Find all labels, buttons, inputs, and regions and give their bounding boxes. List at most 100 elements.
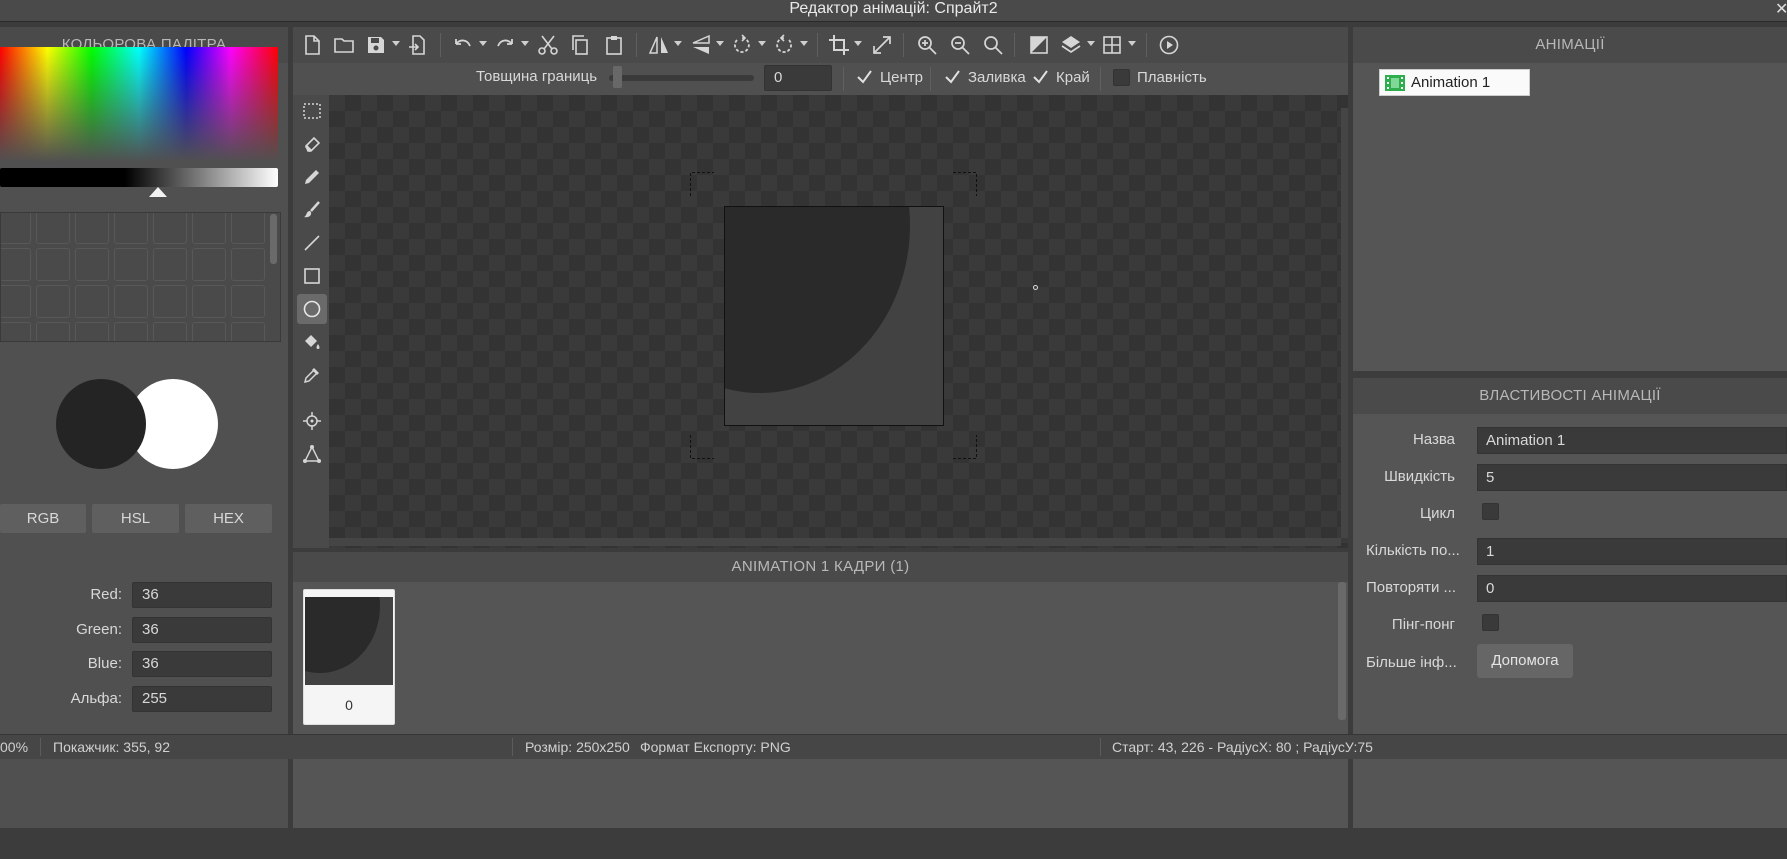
loop-checkbox[interactable]: [1482, 503, 1499, 520]
swatch-cell[interactable]: [36, 285, 70, 318]
swatch-cell[interactable]: [1, 322, 31, 341]
open-folder-icon[interactable]: [333, 27, 355, 63]
swatch-cell[interactable]: [1, 213, 31, 244]
eraser-icon[interactable]: [297, 129, 327, 159]
border-thickness-input[interactable]: 0: [764, 65, 832, 91]
swatch-cell[interactable]: [114, 213, 148, 244]
alpha-field[interactable]: 255: [132, 686, 272, 712]
swatch-cell[interactable]: [192, 248, 226, 281]
flip-vertical-icon[interactable]: [690, 27, 712, 63]
origin-point-icon[interactable]: [297, 406, 327, 436]
center-checkbox[interactable]: [856, 68, 873, 85]
resize-handle-bl[interactable]: [690, 435, 714, 459]
cut-icon[interactable]: [537, 27, 559, 63]
frame-preview[interactable]: [305, 597, 393, 685]
border-thickness-thumb[interactable]: [613, 66, 622, 88]
swatch-cell[interactable]: [231, 213, 265, 244]
crop-icon[interactable]: [828, 27, 850, 63]
edge-checkbox[interactable]: [1032, 68, 1049, 85]
swatch-scrollbar[interactable]: [270, 214, 277, 264]
rotate-right-icon[interactable]: [773, 27, 795, 63]
eyedropper-icon[interactable]: [297, 360, 327, 390]
rotate-right-dropdown-caret[interactable]: [800, 41, 808, 46]
swatch-cell[interactable]: [153, 285, 187, 318]
rotate-left-icon[interactable]: [731, 27, 753, 63]
swatch-cell[interactable]: [231, 322, 265, 341]
swatch-cell[interactable]: [192, 285, 226, 318]
swatch-cell[interactable]: [75, 322, 109, 341]
hex-mode-button[interactable]: HEX: [185, 504, 272, 533]
blue-field[interactable]: 36: [132, 651, 272, 677]
flip-horizontal-icon[interactable]: [648, 27, 670, 63]
primary-color-swatch[interactable]: [56, 379, 146, 469]
copy-icon[interactable]: [569, 27, 591, 63]
canvas-vertical-scrollbar[interactable]: [1341, 108, 1348, 538]
red-field[interactable]: 36: [132, 582, 272, 608]
swatch-cell[interactable]: [153, 322, 187, 341]
zoom-in-icon[interactable]: [916, 27, 938, 63]
resize-handle-tl[interactable]: [690, 172, 714, 196]
color-spectrum[interactable]: [0, 47, 278, 162]
swatch-cell[interactable]: [36, 322, 70, 341]
help-button[interactable]: Допомога: [1477, 644, 1573, 678]
resize-handle-br[interactable]: [953, 435, 977, 459]
border-thickness-slider[interactable]: [609, 75, 754, 81]
brightness-slider[interactable]: [0, 168, 278, 187]
rect-select-icon[interactable]: [297, 96, 327, 126]
swatch-cell[interactable]: [114, 248, 148, 281]
frames-scrollbar[interactable]: [1338, 582, 1346, 720]
vertex-icon[interactable]: [297, 439, 327, 469]
smooth-checkbox[interactable]: [1113, 69, 1130, 86]
count-field[interactable]: 1: [1477, 538, 1787, 565]
swatch-cell[interactable]: [231, 248, 265, 281]
undo-icon[interactable]: [452, 27, 474, 63]
crop-dropdown-caret[interactable]: [854, 41, 862, 46]
zoom-out-icon[interactable]: [949, 27, 971, 63]
flip-v-dropdown-caret[interactable]: [716, 41, 724, 46]
export-icon[interactable]: [407, 27, 429, 63]
name-field[interactable]: Animation 1: [1477, 427, 1787, 454]
swatch-cell[interactable]: [1, 248, 31, 281]
save-dropdown-caret[interactable]: [392, 41, 400, 46]
layers-dropdown-caret[interactable]: [1087, 41, 1095, 46]
grid-dropdown-caret[interactable]: [1128, 41, 1136, 46]
redo-icon[interactable]: [494, 27, 516, 63]
pingpong-checkbox[interactable]: [1482, 614, 1499, 631]
canvas-horizontal-scrollbar[interactable]: [329, 538, 1341, 546]
swatch-cell[interactable]: [75, 285, 109, 318]
rectangle-icon[interactable]: [297, 261, 327, 291]
rotate-left-dropdown-caret[interactable]: [758, 41, 766, 46]
new-file-icon[interactable]: [301, 27, 323, 63]
redo-dropdown-caret[interactable]: [521, 41, 529, 46]
resize-icon[interactable]: [871, 27, 893, 63]
zoom-reset-icon[interactable]: [982, 27, 1004, 63]
swatch-cell[interactable]: [75, 213, 109, 244]
swatch-cell[interactable]: [36, 248, 70, 281]
sprite-frame[interactable]: [724, 206, 944, 426]
swatch-cell[interactable]: [75, 248, 109, 281]
layers-icon[interactable]: [1060, 27, 1082, 63]
undo-dropdown-caret[interactable]: [479, 41, 487, 46]
swatch-cell[interactable]: [153, 213, 187, 244]
grid-icon[interactable]: [1101, 27, 1123, 63]
fill-checkbox[interactable]: [944, 68, 961, 85]
paste-icon[interactable]: [603, 27, 625, 63]
line-icon[interactable]: [297, 228, 327, 258]
flip-h-dropdown-caret[interactable]: [674, 41, 682, 46]
swatch-cell[interactable]: [192, 322, 226, 341]
mask-icon[interactable]: [1028, 27, 1050, 63]
brightness-marker-icon[interactable]: [149, 187, 167, 197]
swatch-cell[interactable]: [231, 285, 265, 318]
swatch-cell[interactable]: [192, 213, 226, 244]
hsl-mode-button[interactable]: HSL: [92, 504, 179, 533]
swatch-cell[interactable]: [1, 285, 31, 318]
fill-bucket-icon[interactable]: [297, 327, 327, 357]
repeat-field[interactable]: 0: [1477, 575, 1787, 602]
swatch-cell[interactable]: [114, 322, 148, 341]
brush-icon[interactable]: [297, 195, 327, 225]
ellipse-icon[interactable]: [297, 294, 327, 324]
pencil-icon[interactable]: [297, 162, 327, 192]
close-icon[interactable]: ✕: [1775, 0, 1787, 19]
play-icon[interactable]: [1158, 27, 1180, 63]
save-icon[interactable]: [365, 27, 387, 63]
